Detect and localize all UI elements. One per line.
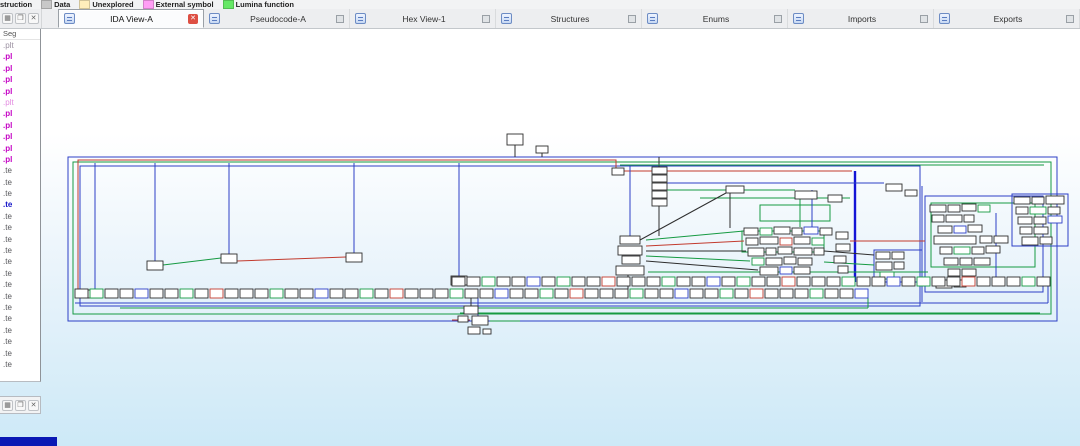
tab-detach-icon[interactable] xyxy=(482,14,490,23)
tab-detach-icon[interactable] xyxy=(628,14,636,23)
legend-item: External symbol xyxy=(142,0,214,9)
tab-label: Imports xyxy=(847,13,877,24)
panel-controls: ▦ ❐ ✕ xyxy=(0,9,42,28)
hex-view-icon xyxy=(355,13,366,24)
segment-item[interactable]: .pl xyxy=(0,86,40,97)
segment-item[interactable]: .te xyxy=(0,245,40,256)
legend-item: Data xyxy=(41,0,70,9)
tab-detach-icon[interactable] xyxy=(336,14,344,23)
segment-item[interactable]: .te xyxy=(0,359,40,370)
segment-item[interactable]: .plt xyxy=(0,97,40,108)
exports-icon xyxy=(939,13,950,24)
tab-hex-view-1[interactable]: Hex View-1 xyxy=(350,9,496,28)
tab-label: Exports xyxy=(993,13,1023,24)
segment-item[interactable]: .te xyxy=(0,211,40,222)
legend-item: Lumina function xyxy=(222,0,294,9)
segment-item[interactable]: .te xyxy=(0,279,40,290)
legend-label: Data xyxy=(54,0,71,9)
segment-item[interactable]: .te xyxy=(0,188,40,199)
legend-label: Lumina function xyxy=(235,0,294,9)
tab-enums[interactable]: Enums xyxy=(642,9,788,28)
segment-item[interactable]: .te xyxy=(0,268,40,279)
legend-label: struction xyxy=(0,0,33,9)
legend-item: struction xyxy=(0,0,32,9)
legend-swatch xyxy=(79,0,91,9)
tab-label: Pseudocode-A xyxy=(250,13,306,24)
segment-item[interactable]: .te xyxy=(0,177,40,188)
tab-label: Hex View-1 xyxy=(402,13,446,24)
segment-item[interactable]: .pl xyxy=(0,131,40,142)
tab-structures[interactable]: Structures xyxy=(496,9,642,28)
tab-detach-icon[interactable] xyxy=(774,14,782,23)
output-window-titlebar[interactable] xyxy=(0,437,57,446)
panel-menu-icon[interactable]: ▦ xyxy=(2,13,13,24)
segment-item[interactable]: .te xyxy=(0,325,40,336)
tab-ida-view-a[interactable]: IDA View-A ✕ xyxy=(58,9,204,28)
segment-item[interactable]: .te xyxy=(0,222,40,233)
segment-item[interactable]: .te xyxy=(0,234,40,245)
tab-label: Structures xyxy=(550,13,590,24)
tab-close-icon[interactable]: ✕ xyxy=(188,13,198,24)
segments-header: Seg xyxy=(0,28,40,40)
segment-item[interactable]: .te xyxy=(0,165,40,176)
structures-icon xyxy=(501,13,512,24)
legend-bar: struction Data Unexplored External symbol Lu… xyxy=(0,0,1080,9)
segment-item[interactable]: .te xyxy=(0,199,40,210)
tab-detach-icon[interactable] xyxy=(920,14,928,23)
ida-view-icon xyxy=(64,13,75,24)
segments-list: .plt .pl .pl .pl .pl .plt .pl .pl .pl .pl .pl .te .t… xyxy=(0,40,40,370)
segment-item[interactable]: .te xyxy=(0,336,40,347)
segment-item[interactable]: .te xyxy=(0,348,40,359)
legend-swatch xyxy=(222,0,234,9)
segment-item[interactable]: .te xyxy=(0,291,40,302)
enums-icon xyxy=(647,13,658,24)
panel-float-icon[interactable]: ❐ xyxy=(15,399,26,411)
pseudocode-icon xyxy=(209,13,220,24)
segment-item[interactable]: .plt xyxy=(0,40,40,51)
panel-close-icon[interactable]: ✕ xyxy=(28,399,39,411)
segments-panel: Seg .plt .pl .pl .pl .pl .plt .pl .pl .pl .pl .pl.… xyxy=(0,28,41,382)
legend-swatch xyxy=(41,0,53,9)
tab-bar: ▦ ❐ ✕ IDA View-A ✕ Pseudocode-A Hex View-1 S… xyxy=(0,9,1080,29)
segment-item[interactable]: .pl xyxy=(0,120,40,131)
panel-float-icon[interactable]: ❐ xyxy=(15,13,26,24)
segment-item[interactable]: .pl xyxy=(0,74,40,85)
legend-label: Unexplored xyxy=(92,0,134,9)
legend-label: External symbol xyxy=(155,0,214,9)
tab-pseudocode-a[interactable]: Pseudocode-A xyxy=(204,9,350,28)
panel-menu-icon[interactable]: ▦ xyxy=(2,399,13,411)
segment-item[interactable]: .pl xyxy=(0,143,40,154)
tab-label: IDA View-A xyxy=(110,13,153,24)
segment-item[interactable]: .pl xyxy=(0,108,40,119)
bottom-dock-panel: ▦ ❐ ✕ xyxy=(0,396,41,414)
segment-item[interactable]: .pl xyxy=(0,51,40,62)
tab-imports[interactable]: Imports xyxy=(788,9,934,28)
segment-item[interactable]: .te xyxy=(0,256,40,267)
legend-item: Unexplored xyxy=(79,0,134,9)
tab-detach-icon[interactable] xyxy=(1066,14,1074,23)
panel-close-icon[interactable]: ✕ xyxy=(28,13,39,24)
segment-item[interactable]: .te xyxy=(0,313,40,324)
segment-item[interactable]: .pl xyxy=(0,63,40,74)
tab-strip: IDA View-A ✕ Pseudocode-A Hex View-1 Structu… xyxy=(42,9,1080,28)
graph-canvas[interactable] xyxy=(0,0,1080,446)
tab-exports[interactable]: Exports xyxy=(934,9,1080,28)
tab-label: Enums xyxy=(702,13,730,24)
segment-item[interactable]: .te xyxy=(0,302,40,313)
legend-swatch xyxy=(142,0,154,9)
segment-item[interactable]: .pl xyxy=(0,154,40,165)
imports-icon xyxy=(793,13,804,24)
